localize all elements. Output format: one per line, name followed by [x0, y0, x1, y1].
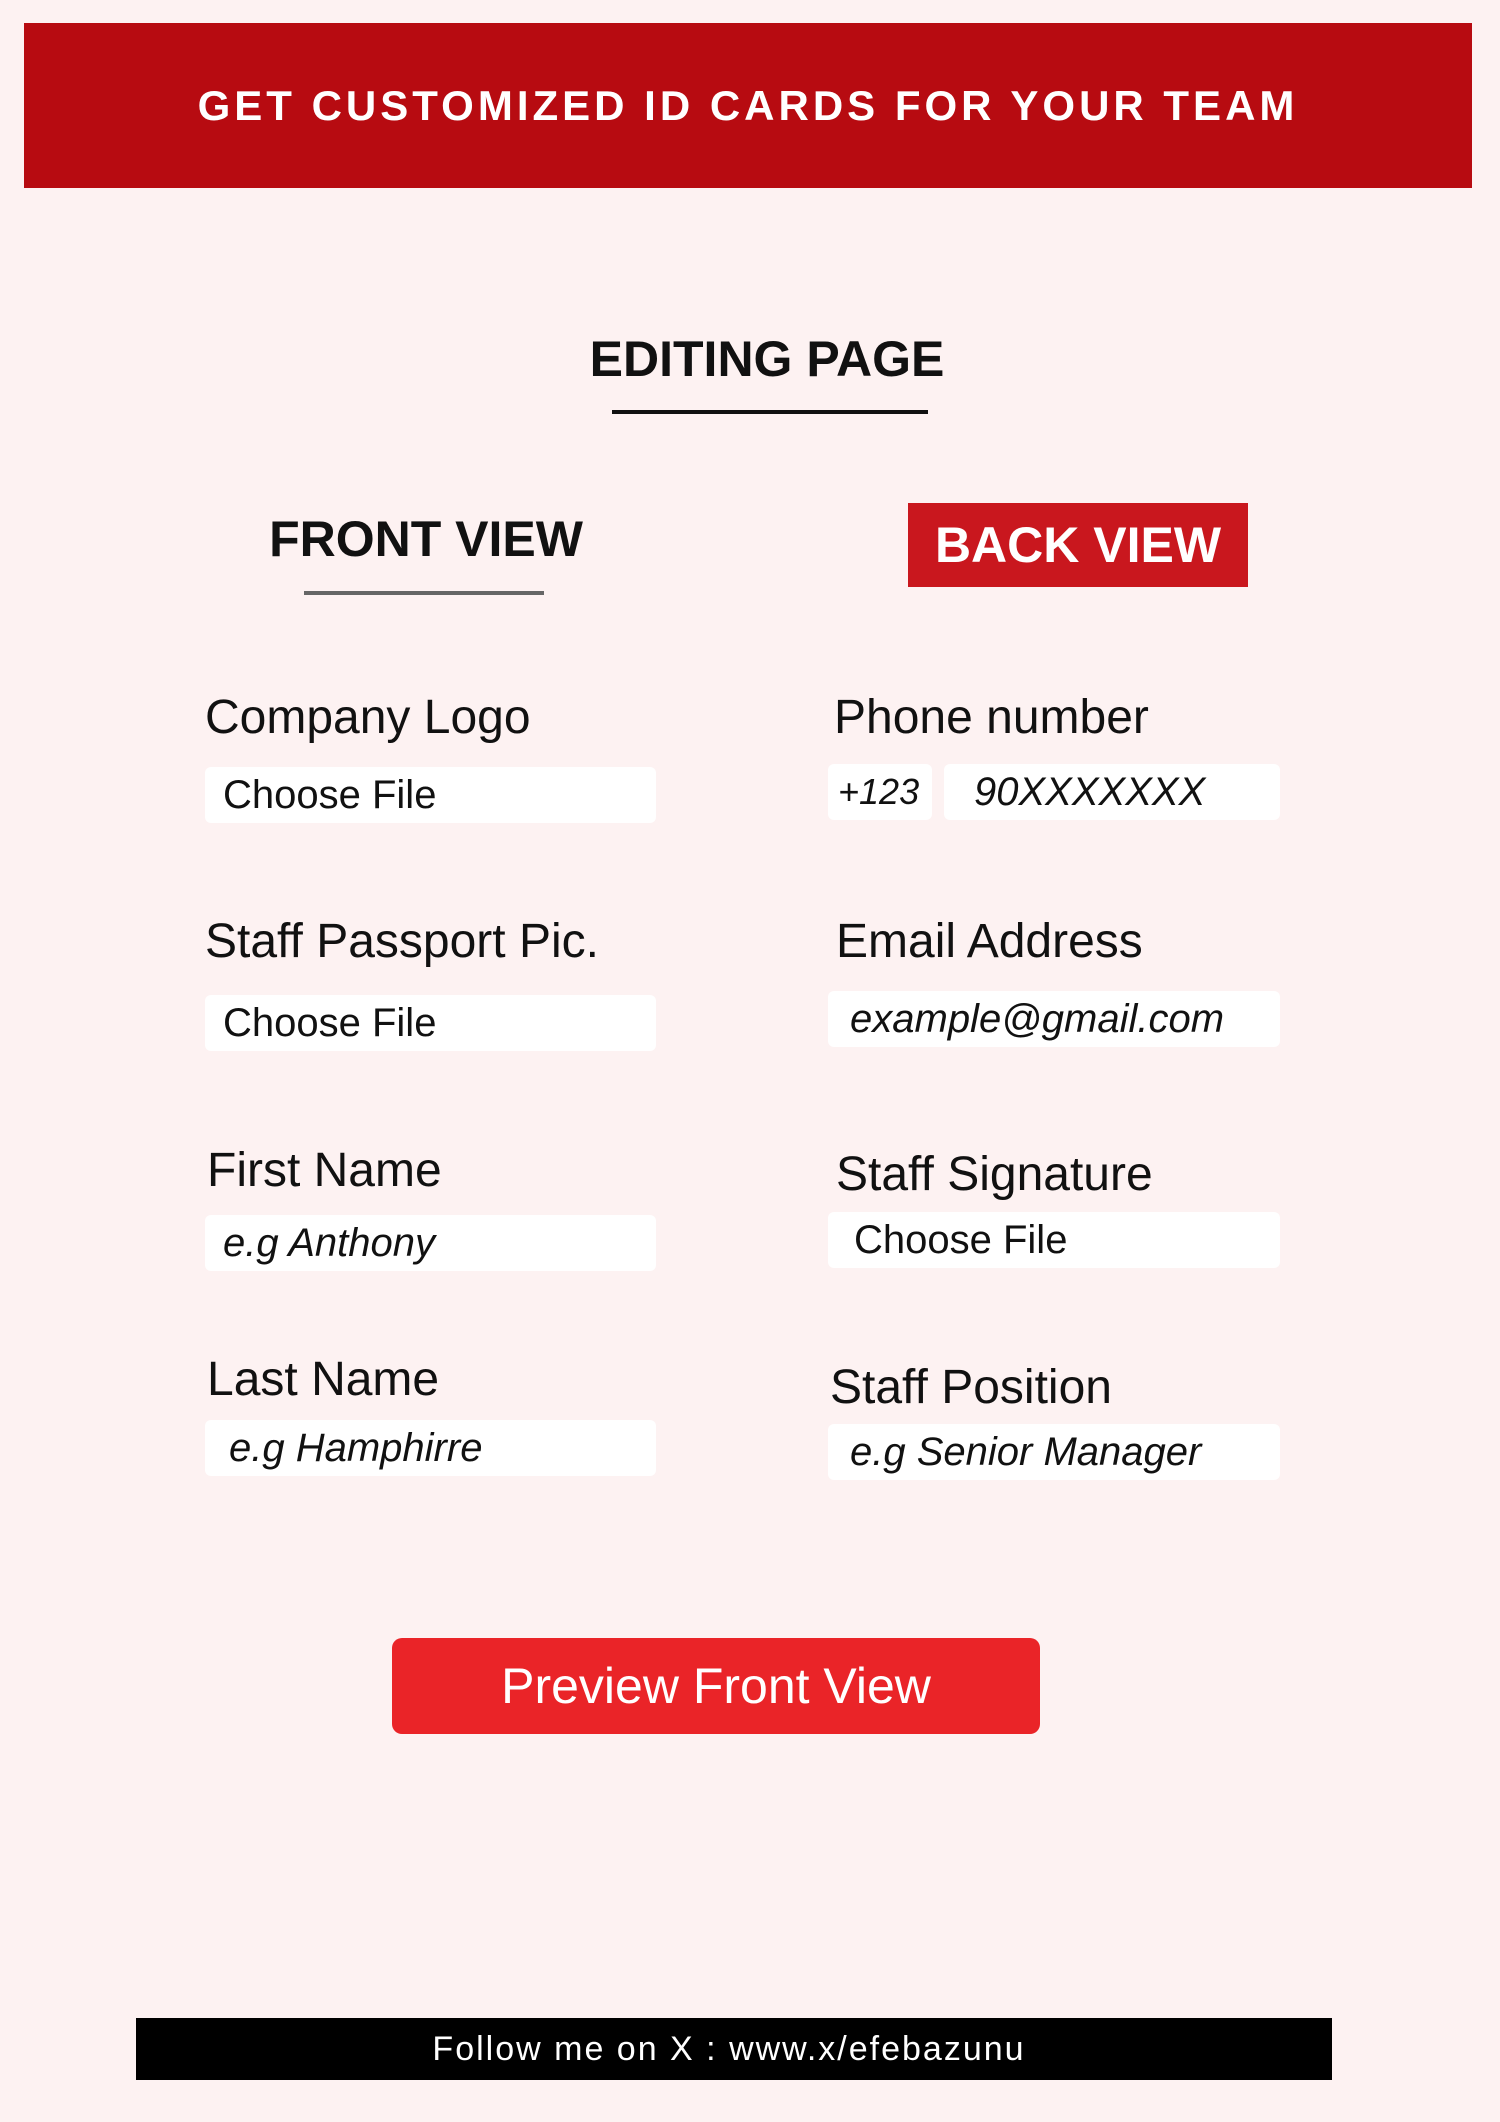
phone-number-placeholder: 90XXXXXXX: [974, 769, 1206, 814]
passport-pic-label: Staff Passport Pic.: [205, 915, 599, 968]
staff-signature-file-input[interactable]: Choose File: [828, 1212, 1280, 1268]
first-name-placeholder: e.g Anthony: [223, 1220, 436, 1265]
last-name-label: Last Name: [207, 1353, 440, 1406]
tab-back-view[interactable]: BACK VIEW: [908, 503, 1248, 587]
first-name-input[interactable]: e.g Anthony: [205, 1215, 656, 1271]
choose-file-button[interactable]: Choose File: [223, 773, 436, 818]
last-name-placeholder: e.g Hamphirre: [229, 1425, 483, 1470]
choose-file-button[interactable]: Choose File: [854, 1218, 1067, 1263]
staff-position-placeholder: e.g Senior Manager: [850, 1429, 1202, 1474]
staff-signature-label: Staff Signature: [836, 1148, 1153, 1201]
active-tab-indicator: [304, 591, 544, 595]
choose-file-button[interactable]: Choose File: [223, 1001, 436, 1046]
passport-pic-file-input[interactable]: Choose File: [205, 995, 656, 1051]
first-name-label: First Name: [207, 1144, 442, 1197]
promo-banner: GET CUSTOMIZED ID CARDS FOR YOUR TEAM: [24, 23, 1472, 188]
staff-position-input[interactable]: e.g Senior Manager: [828, 1424, 1280, 1480]
email-address-label: Email Address: [836, 915, 1143, 968]
banner-title: GET CUSTOMIZED ID CARDS FOR YOUR TEAM: [197, 81, 1299, 129]
company-logo-label: Company Logo: [205, 691, 531, 744]
page-title-underline: [612, 410, 928, 414]
company-logo-file-input[interactable]: Choose File: [205, 767, 656, 823]
footer-social-link[interactable]: Follow me on X : www.x/efebazunu: [432, 2030, 1025, 2069]
phone-number-label: Phone number: [834, 691, 1149, 744]
staff-position-label: Staff Position: [830, 1361, 1112, 1414]
preview-front-view-button[interactable]: Preview Front View: [392, 1638, 1040, 1734]
country-code-input[interactable]: +123: [828, 764, 932, 820]
footer-bar: Follow me on X : www.x/efebazunu: [136, 2018, 1332, 2080]
email-placeholder: example@gmail.com: [850, 996, 1225, 1041]
phone-number-input[interactable]: 90XXXXXXX: [944, 764, 1280, 820]
page-title: EDITING PAGE: [589, 331, 945, 387]
tab-front-view[interactable]: FRONT VIEW: [250, 510, 602, 580]
last-name-input[interactable]: e.g Hamphirre: [205, 1420, 656, 1476]
country-code-value: +123: [838, 771, 920, 812]
email-input[interactable]: example@gmail.com: [828, 991, 1280, 1047]
